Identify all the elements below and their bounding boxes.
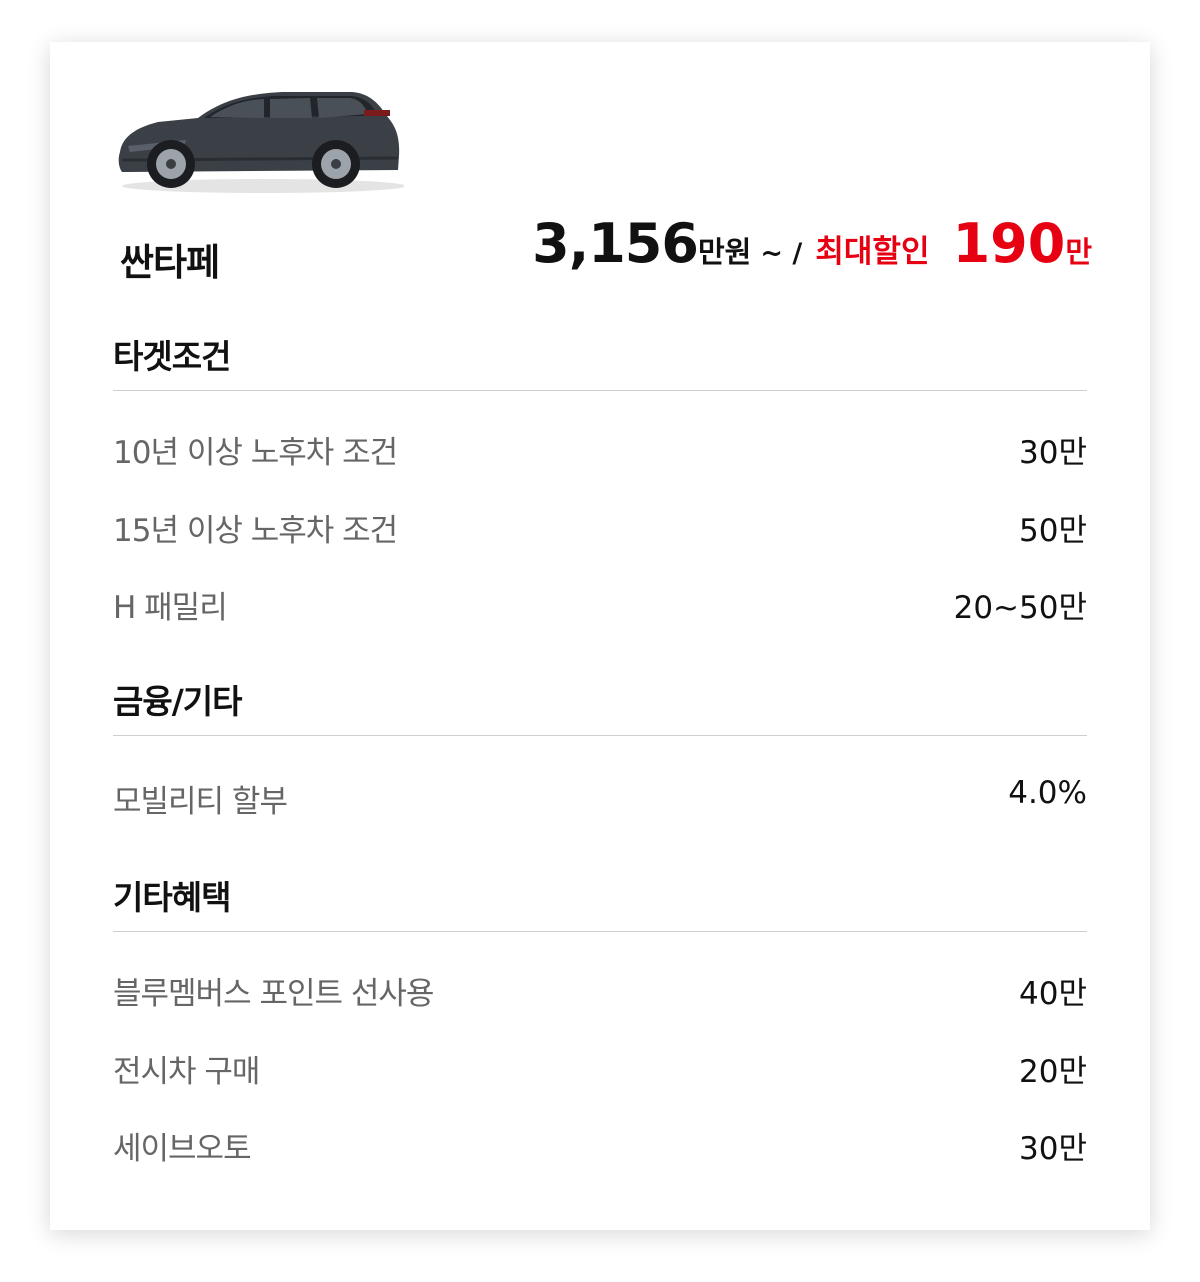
price-summary: 3,156만원 ~ / 최대할인 190만: [532, 212, 1092, 275]
item-value: 30만: [1019, 434, 1087, 471]
item-label: H 패밀리: [113, 589, 228, 626]
section-title-other-benefits: 기타혜택: [113, 871, 1087, 932]
section-title-target: 타겟조건: [113, 330, 1087, 391]
list-item: 15년 이상 노후차 조건 50만: [113, 505, 1087, 549]
discount-unit: 만: [1065, 235, 1092, 269]
list-item: 전시차 구매 20만: [113, 1046, 1087, 1090]
item-value: 50만: [1019, 512, 1087, 549]
list-item: 모빌리티 할부 4.0%: [113, 775, 1087, 820]
section-title-finance: 금융/기타: [113, 675, 1087, 736]
discount-label: 최대할인: [815, 234, 930, 270]
item-label: 모빌리티 할부: [113, 783, 288, 820]
item-value: 20만: [1019, 1053, 1087, 1090]
item-value: 30만: [1019, 1130, 1087, 1167]
list-item: H 패밀리 20~50만: [113, 582, 1087, 626]
price-value: 3,156: [532, 212, 699, 275]
list-item: 세이브오토 30만: [113, 1123, 1087, 1167]
list-item: 블루멤버스 포인트 선사용 40만: [113, 968, 1087, 1012]
suv-car-icon: [118, 92, 404, 193]
model-name: 싼타페: [120, 241, 220, 284]
item-label: 10년 이상 노후차 조건: [113, 434, 398, 471]
discount-value: 190: [952, 212, 1066, 275]
price-separator: ~ /: [760, 238, 803, 269]
item-value: 20~50만: [953, 589, 1087, 626]
price-unit: 만원: [697, 235, 752, 269]
benefit-card: 싼타페 3,156만원 ~ / 최대할인 190만 타겟조건 10년 이상 노후…: [50, 42, 1150, 1230]
item-label: 전시차 구매: [113, 1053, 260, 1090]
item-value: 40만: [1019, 975, 1087, 1012]
item-label: 15년 이상 노후차 조건: [113, 512, 398, 549]
item-label: 세이브오토: [113, 1130, 252, 1167]
item-value: 4.0%: [1008, 775, 1087, 811]
list-item: 10년 이상 노후차 조건 30만: [113, 427, 1087, 471]
item-label: 블루멤버스 포인트 선사용: [113, 975, 434, 1012]
